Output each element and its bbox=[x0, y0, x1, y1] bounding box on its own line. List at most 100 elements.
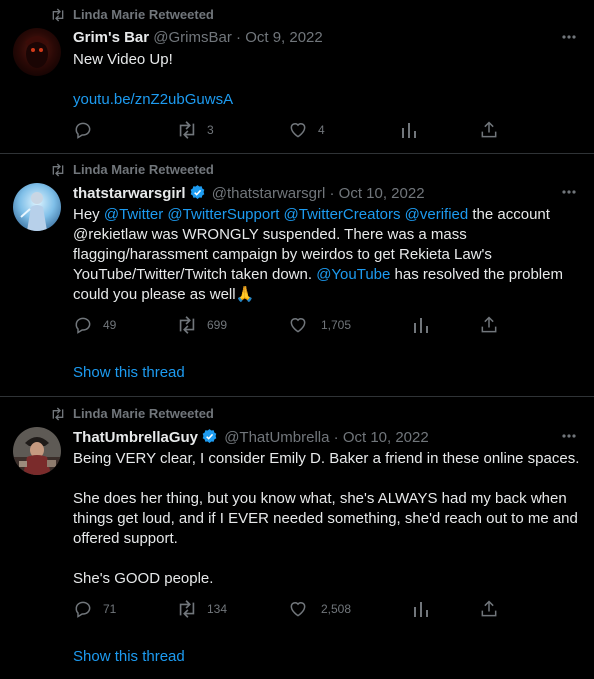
like-count: 1,705 bbox=[321, 318, 352, 332]
avatar-image bbox=[13, 427, 61, 475]
analytics-icon bbox=[402, 123, 416, 138]
mention-link[interactable]: @Twitter bbox=[104, 206, 163, 223]
analytics-button[interactable] bbox=[412, 315, 436, 335]
display-name[interactable]: thatstarwarsgirl bbox=[73, 185, 186, 202]
tweet-text-line: things get loud, and if I EVER needed so… bbox=[73, 510, 578, 527]
show-thread-link[interactable]: Show this thread bbox=[73, 648, 185, 665]
tweet-text-line: offered support. bbox=[73, 530, 178, 547]
verified-badge-icon bbox=[190, 185, 204, 199]
tweet-date[interactable]: Oct 10, 2022 bbox=[339, 185, 425, 202]
verified-badge-icon bbox=[202, 429, 217, 443]
tweet-text-line: Hey @Twitter @TwitterSupport @TwitterCre… bbox=[73, 205, 583, 225]
like-icon bbox=[290, 602, 306, 617]
display-name[interactable]: ThatUmbrellaGuy bbox=[73, 429, 198, 446]
retweet-button[interactable]: 3 bbox=[176, 120, 256, 140]
analytics-icon bbox=[414, 318, 428, 333]
avatar-image bbox=[13, 28, 61, 76]
avatar-image bbox=[13, 183, 61, 231]
like-button[interactable]: 4 bbox=[288, 120, 368, 140]
reply-count: 49 bbox=[103, 318, 117, 332]
user-handle[interactable]: @ThatUmbrella bbox=[224, 429, 329, 446]
retweet-label: Linda Marie Retweeted bbox=[73, 7, 214, 22]
tweet-text-line: could you please as well🙏 bbox=[73, 285, 583, 305]
retweet-count: 134 bbox=[207, 602, 228, 616]
tweet-text: Hey @Twitter @TwitterSupport @TwitterCre… bbox=[73, 205, 583, 305]
user-handle[interactable]: @thatstarwarsgrl bbox=[212, 185, 326, 202]
display-name[interactable]: Grim's Bar bbox=[73, 29, 149, 46]
text-fragment: YouTube/Twitter/Twitch taken down. bbox=[73, 266, 317, 283]
tweet-text-line: Being VERY clear, I consider Emily D. Ba… bbox=[73, 450, 580, 467]
like-button[interactable]: 2,508 bbox=[288, 599, 368, 619]
retweet-context[interactable]: Linda Marie Retweeted bbox=[0, 161, 594, 181]
retweet-icon bbox=[52, 407, 64, 421]
more-icon[interactable] bbox=[561, 428, 577, 444]
tweet-header: Grim's Bar @GrimsBar · Oct 9, 2022 bbox=[73, 29, 323, 51]
separator-dot: · bbox=[333, 429, 339, 446]
user-handle[interactable]: @GrimsBar bbox=[153, 29, 232, 46]
separator-dot: · bbox=[329, 185, 335, 202]
tweet-text-line: New Video Up! bbox=[73, 51, 173, 68]
avatar[interactable] bbox=[13, 28, 61, 76]
text-fragment: the account bbox=[468, 206, 550, 223]
tweet-text: Being VERY clear, I consider Emily D. Ba… bbox=[73, 449, 583, 589]
retweet-count: 3 bbox=[207, 123, 214, 137]
retweet-button[interactable]: 134 bbox=[176, 599, 256, 619]
mention-link[interactable]: @YouTube bbox=[316, 266, 390, 283]
like-count: 2,508 bbox=[321, 602, 352, 616]
tweet-link[interactable]: youtu.be/znZ2ubGuwsA bbox=[73, 90, 583, 110]
analytics-button[interactable] bbox=[412, 599, 436, 619]
tweet-text: New Video Up! youtu.be/znZ2ubGuwsA bbox=[73, 50, 583, 110]
tweet-text-line: She does her thing, but you know what, s… bbox=[73, 490, 567, 507]
tweet-text-line: flagging/harassment campaign by weirdos … bbox=[73, 246, 492, 263]
like-icon bbox=[290, 123, 306, 138]
share-icon bbox=[481, 316, 497, 333]
tweet-header: thatstarwarsgirl @thatstarwarsgrl · Oct … bbox=[73, 184, 425, 206]
mention-link[interactable]: @TwitterSupport bbox=[167, 206, 279, 223]
reply-button[interactable] bbox=[73, 120, 133, 140]
share-button[interactable] bbox=[479, 120, 503, 140]
retweet-icon bbox=[179, 121, 195, 139]
retweet-count: 699 bbox=[207, 318, 228, 332]
share-button[interactable] bbox=[479, 315, 503, 335]
tweet-text-line: She's GOOD people. bbox=[73, 570, 214, 587]
retweet-icon bbox=[179, 316, 195, 334]
like-count: 4 bbox=[318, 123, 325, 137]
like-button[interactable]: 1,705 bbox=[288, 315, 368, 335]
retweet-icon bbox=[52, 8, 64, 22]
mention-link[interactable]: @verified bbox=[405, 206, 469, 223]
separator-dot: · bbox=[236, 29, 242, 46]
reply-button[interactable]: 49 bbox=[73, 315, 153, 335]
divider bbox=[0, 396, 594, 397]
retweet-context[interactable]: Linda Marie Retweeted bbox=[0, 405, 594, 425]
share-button[interactable] bbox=[479, 599, 503, 619]
retweet-icon bbox=[52, 163, 64, 177]
tweet-header: ThatUmbrellaGuy @ThatUmbrella · Oct 10, … bbox=[73, 428, 429, 450]
tweet-text-line: @rekietlaw was WRONGLY suspended. There … bbox=[73, 226, 467, 243]
tweet-text-line: YouTube/Twitter/Twitch taken down. @YouT… bbox=[73, 265, 583, 285]
like-icon bbox=[290, 318, 306, 333]
tweet-date[interactable]: Oct 9, 2022 bbox=[245, 29, 323, 46]
mention-link[interactable]: @TwitterCreators bbox=[284, 206, 401, 223]
reply-icon bbox=[75, 601, 91, 618]
avatar[interactable] bbox=[13, 183, 61, 231]
analytics-button[interactable] bbox=[400, 120, 424, 140]
retweet-context[interactable]: Linda Marie Retweeted bbox=[0, 6, 594, 26]
text-fragment: has resolved the problem bbox=[390, 266, 563, 283]
more-icon[interactable] bbox=[561, 29, 577, 45]
more-icon[interactable] bbox=[561, 184, 577, 200]
reply-icon bbox=[75, 317, 91, 334]
reply-icon bbox=[75, 122, 91, 139]
show-thread-link[interactable]: Show this thread bbox=[73, 364, 185, 381]
retweet-button[interactable]: 699 bbox=[176, 315, 256, 335]
retweet-icon bbox=[179, 600, 195, 618]
reply-button[interactable]: 71 bbox=[73, 599, 153, 619]
share-icon bbox=[481, 121, 497, 138]
reply-count: 71 bbox=[103, 602, 117, 616]
analytics-icon bbox=[414, 602, 428, 617]
text-fragment: Hey bbox=[73, 206, 104, 223]
tweet-date[interactable]: Oct 10, 2022 bbox=[343, 429, 429, 446]
text-fragment: could you please as well bbox=[73, 286, 236, 303]
divider bbox=[0, 153, 594, 154]
retweet-label: Linda Marie Retweeted bbox=[73, 406, 214, 421]
avatar[interactable] bbox=[13, 427, 61, 475]
